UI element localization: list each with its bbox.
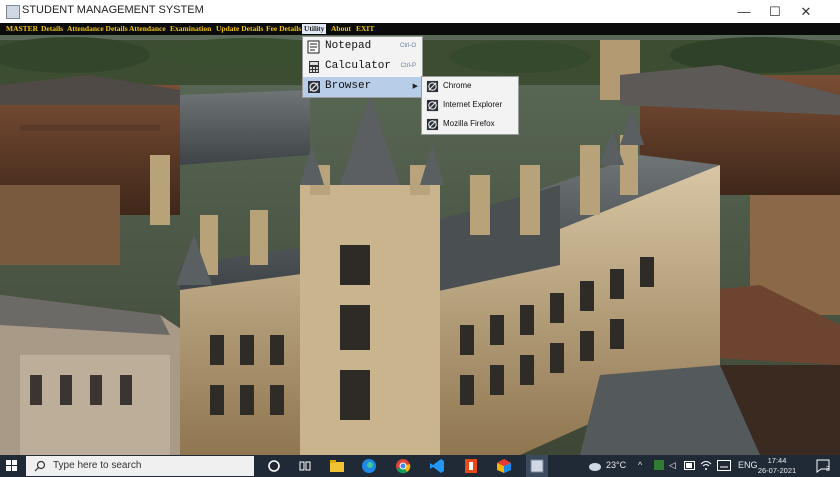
menu-fee-details[interactable]: Fee Details	[264, 24, 303, 34]
chrome-icon[interactable]	[394, 457, 412, 475]
file-explorer-icon[interactable]	[328, 457, 346, 475]
notepad-icon	[307, 40, 320, 54]
background-campus-photo	[0, 35, 840, 455]
notepad-label: Notepad	[325, 40, 372, 52]
search-icon	[34, 460, 46, 472]
wifi-icon[interactable]	[700, 460, 712, 471]
notepad-shortcut: Ctrl-O	[400, 43, 416, 49]
taskbar-clock[interactable]: 17:44 26-07-2021	[757, 456, 797, 476]
start-windows-icon[interactable]	[0, 455, 24, 477]
menu-attendance[interactable]: Attendance	[127, 24, 168, 34]
office-icon[interactable]	[462, 457, 480, 475]
menu-item-browser[interactable]: Browser ▶	[303, 77, 422, 97]
submenu-item-mozilla-firefox[interactable]: Mozilla Firefox	[422, 115, 518, 134]
menu-item-calculator[interactable]: Calculator Ctrl-P	[303, 57, 422, 77]
close-button[interactable]: ✕	[789, 2, 823, 21]
browser-icon	[308, 81, 320, 93]
taskbar-search-box[interactable]: Type here to search	[26, 456, 254, 476]
browser-icon	[426, 99, 439, 112]
clock-date: 26-07-2021	[757, 466, 797, 475]
submenu-item-chrome[interactable]: Chrome	[422, 77, 518, 96]
minimize-button[interactable]: —	[727, 2, 761, 21]
weather-cloud-icon	[589, 463, 601, 471]
battery-icon[interactable]	[684, 461, 696, 470]
volume-icon[interactable]: ◁	[669, 460, 676, 471]
menu-update-details[interactable]: Update Details	[214, 24, 265, 34]
menu-about[interactable]: About	[329, 24, 353, 34]
calculator-shortcut: Ctrl-P	[400, 63, 416, 69]
submenu-item-internet-explorer[interactable]: Internet Explorer	[422, 96, 518, 115]
menu-item-notepad[interactable]: Notepad Ctrl-O	[303, 37, 422, 57]
window-titlebar: STUDENT MANAGEMENT SYSTEM — ☐ ✕	[0, 0, 840, 24]
internet-explorer-label: Internet Explorer	[443, 100, 503, 109]
windows-taskbar: Type here to search 23°C ^ ◁ ENG 17:44 2…	[0, 455, 840, 477]
vscode-icon[interactable]	[428, 457, 446, 475]
weather-temperature[interactable]: 23°C	[606, 460, 626, 470]
security-tray-icon[interactable]	[653, 459, 665, 471]
app-icon[interactable]	[495, 457, 513, 475]
show-hidden-icons-chevron-icon[interactable]: ^	[638, 460, 642, 470]
calculator-icon	[309, 61, 319, 73]
window-title: STUDENT MANAGEMENT SYSTEM	[22, 4, 204, 16]
submenu-arrow-icon: ▶	[412, 83, 418, 90]
calculator-label: Calculator	[325, 60, 392, 72]
language-indicator[interactable]: ENG	[738, 460, 758, 470]
chrome-label: Chrome	[443, 81, 472, 90]
edge-icon[interactable]	[360, 457, 378, 475]
menu-bar: MASTER Details Attendance Details Attend…	[0, 23, 840, 35]
utility-dropdown-menu: Notepad Ctrl-O Calculator Ctrl-P Browser…	[302, 36, 423, 98]
mozilla-firefox-label: Mozilla Firefox	[443, 119, 495, 128]
menu-examination[interactable]: Examination	[168, 24, 213, 34]
notification-count-badge: 3	[826, 466, 830, 473]
java-app-icon[interactable]	[528, 457, 546, 475]
search-placeholder: Type here to search	[53, 460, 142, 471]
keyboard-icon[interactable]	[717, 460, 731, 471]
menu-utility[interactable]: Utility	[302, 24, 327, 34]
cortana-icon[interactable]	[265, 457, 283, 475]
maximize-button[interactable]: ☐	[758, 2, 792, 21]
menu-exit[interactable]: EXIT	[354, 24, 376, 34]
browser-label: Browser	[325, 80, 372, 92]
menu-master[interactable]: MASTER	[4, 24, 40, 34]
browser-icon	[426, 118, 439, 131]
browser-icon	[426, 80, 439, 93]
clock-time: 17:44	[767, 456, 787, 465]
browser-submenu: Chrome Internet Explorer Mozilla Firefox	[421, 76, 519, 135]
menu-details[interactable]: Details	[39, 24, 65, 34]
app-window-icon	[6, 5, 20, 19]
menu-attendance-details[interactable]: Attendance Details	[65, 24, 130, 34]
task-view-icon[interactable]	[296, 457, 314, 475]
